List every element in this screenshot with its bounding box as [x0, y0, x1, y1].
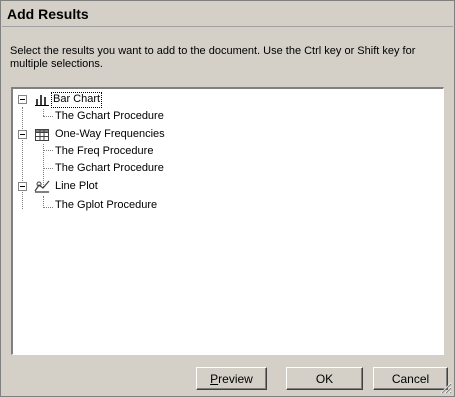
cancel-label: Cancel [391, 371, 430, 386]
title-bar: Add Results [2, 2, 453, 27]
preview-label-rest: review [218, 371, 253, 386]
collapse-toggle[interactable] [18, 182, 27, 191]
resize-grip-icon[interactable] [440, 382, 452, 394]
tree-branch-connector [43, 116, 53, 117]
tree-item-freq-procedure[interactable]: The Freq Procedure [55, 145, 153, 159]
tree-item-label: One-Way Frequencies [55, 128, 165, 140]
tree-item-bar-chart-gchart[interactable]: The Gchart Procedure [55, 110, 164, 124]
preview-button[interactable]: Preview [196, 367, 267, 390]
tree-item-label: Line Plot [55, 180, 98, 192]
ok-label: OK [315, 371, 334, 386]
results-tree[interactable]: Bar Chart The Gchart Procedure One-Way F… [11, 87, 444, 355]
tree-item-frequencies-gchart[interactable]: The Gchart Procedure [55, 162, 164, 176]
tree-item-label: Bar Chart [53, 93, 101, 105]
table-icon [35, 129, 49, 141]
tree-item-label: The Gchart Procedure [55, 110, 164, 122]
bar-chart-icon [35, 95, 49, 106]
tree-item-bar-chart[interactable]: Bar Chart [51, 92, 103, 108]
add-results-dialog: Add Results Select the results you want … [0, 0, 455, 397]
tree-item-label: The Freq Procedure [55, 145, 154, 157]
tree-branch-connector [43, 109, 44, 116]
cancel-button[interactable]: Cancel [373, 367, 448, 390]
line-plot-icon [34, 180, 50, 193]
tree-item-gplot-procedure[interactable]: The Gplot Procedure [55, 199, 157, 213]
ok-button[interactable]: OK [286, 367, 363, 390]
tree-item-one-way-frequencies[interactable]: One-Way Frequencies [55, 128, 165, 142]
collapse-toggle[interactable] [18, 95, 27, 104]
tree-root-connector [22, 107, 23, 209]
dialog-title: Add Results [7, 6, 89, 22]
tree-branch-connector [43, 207, 53, 208]
collapse-toggle[interactable] [18, 130, 27, 139]
tree-item-label: The Gchart Procedure [55, 162, 164, 174]
tree-item-label: The Gplot Procedure [55, 199, 158, 211]
tree-branch-connector [43, 150, 53, 151]
preview-mnemonic: P [210, 371, 219, 386]
instructions-text: Select the results you want to add to th… [10, 45, 416, 70]
tree-item-line-plot[interactable]: Line Plot [55, 180, 98, 194]
tree-branch-connector [43, 168, 53, 169]
